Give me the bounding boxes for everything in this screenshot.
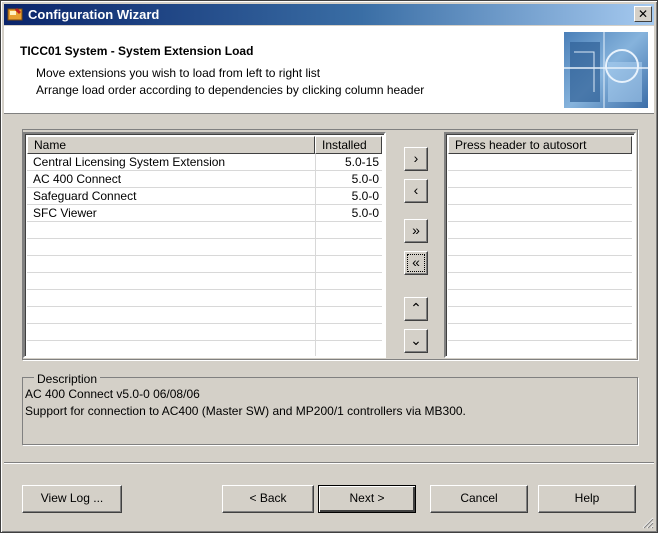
- extension-name: Central Licensing System Extension: [33, 155, 226, 169]
- extension-version: 5.0-0: [351, 189, 379, 203]
- empty-list-row: [27, 239, 382, 256]
- empty-list-row: [448, 205, 632, 222]
- description-text: Support for connection to AC400 (Master …: [25, 404, 466, 418]
- list-item[interactable]: AC 400 Connect 5.0-0: [27, 171, 382, 188]
- cancel-button[interactable]: Cancel: [430, 485, 528, 513]
- list-item[interactable]: SFC Viewer 5.0-0: [27, 205, 382, 222]
- configuration-wizard-window: Configuration Wizard ✕ TICC01 System - S…: [0, 0, 658, 533]
- empty-list-row: [27, 307, 382, 324]
- empty-list-row: [448, 307, 632, 324]
- page-instruction-1: Move extensions you wish to load from le…: [36, 66, 321, 80]
- empty-list-row: [27, 256, 382, 273]
- empty-list-row: [27, 273, 382, 290]
- footer-divider: [4, 462, 654, 464]
- remove-extension-button[interactable]: ‹: [404, 179, 428, 203]
- resize-grip-icon[interactable]: [642, 517, 654, 529]
- page-instruction-2: Arrange load order according to dependen…: [36, 83, 425, 97]
- next-button[interactable]: Next >: [318, 485, 416, 513]
- description-title: AC 400 Connect v5.0-0 06/08/06: [25, 387, 200, 401]
- chevron-up-icon: ⌃: [410, 300, 422, 316]
- title-bar[interactable]: Configuration Wizard ✕: [4, 4, 654, 25]
- available-extensions-list[interactable]: Name Installed Central Licensing System …: [23, 132, 386, 358]
- empty-list-row: [27, 324, 382, 341]
- chevron-right-icon: ›: [413, 150, 419, 166]
- move-down-button[interactable]: ⌄: [404, 329, 428, 353]
- close-icon: ✕: [637, 7, 649, 21]
- close-button[interactable]: ✕: [634, 6, 652, 22]
- move-up-button[interactable]: ⌃: [404, 297, 428, 321]
- add-all-extensions-button[interactable]: »: [404, 219, 428, 243]
- extension-version: 5.0-0: [351, 206, 379, 220]
- extension-name: Safeguard Connect: [33, 189, 137, 203]
- empty-list-row: [448, 239, 632, 256]
- column-header-installed[interactable]: Installed: [315, 136, 382, 154]
- double-chevron-left-icon: «: [412, 254, 420, 270]
- extension-version: 5.0-0: [351, 172, 379, 186]
- column-header-name[interactable]: Name: [27, 136, 315, 154]
- column-header-autosort[interactable]: Press header to autosort: [448, 136, 632, 154]
- list-item[interactable]: Central Licensing System Extension 5.0-1…: [27, 154, 382, 171]
- empty-list-row: [448, 188, 632, 205]
- wizard-app-icon: [7, 6, 23, 22]
- empty-list-row: [448, 222, 632, 239]
- empty-list-row: [448, 290, 632, 307]
- empty-list-row: [448, 324, 632, 341]
- empty-list-row: [448, 171, 632, 188]
- empty-list-row: [27, 290, 382, 307]
- back-button[interactable]: < Back: [222, 485, 314, 513]
- window-title: Configuration Wizard: [28, 7, 160, 22]
- description-legend: Description: [34, 372, 101, 386]
- page-title: TICC01 System - System Extension Load: [20, 44, 254, 58]
- help-button[interactable]: Help: [538, 485, 636, 513]
- header-banner-graphic-icon: [564, 32, 648, 108]
- list-item[interactable]: Safeguard Connect 5.0-0: [27, 188, 382, 205]
- empty-list-row: [448, 273, 632, 290]
- empty-list-row: [27, 222, 382, 239]
- chevron-down-icon: ⌄: [410, 332, 422, 348]
- add-extension-button[interactable]: ›: [404, 147, 428, 171]
- view-log-button[interactable]: View Log ...: [22, 485, 122, 513]
- extension-version: 5.0-15: [344, 155, 379, 169]
- chevron-left-icon: ‹: [413, 182, 419, 198]
- double-chevron-right-icon: »: [412, 222, 420, 238]
- wizard-header: TICC01 System - System Extension Load Mo…: [4, 26, 654, 114]
- extension-name: AC 400 Connect: [33, 172, 122, 186]
- load-extensions-list[interactable]: Press header to autosort: [444, 132, 636, 358]
- empty-list-row: [448, 154, 632, 171]
- empty-list-row: [448, 256, 632, 273]
- remove-all-extensions-button[interactable]: «: [404, 251, 428, 275]
- extension-name: SFC Viewer: [33, 206, 97, 220]
